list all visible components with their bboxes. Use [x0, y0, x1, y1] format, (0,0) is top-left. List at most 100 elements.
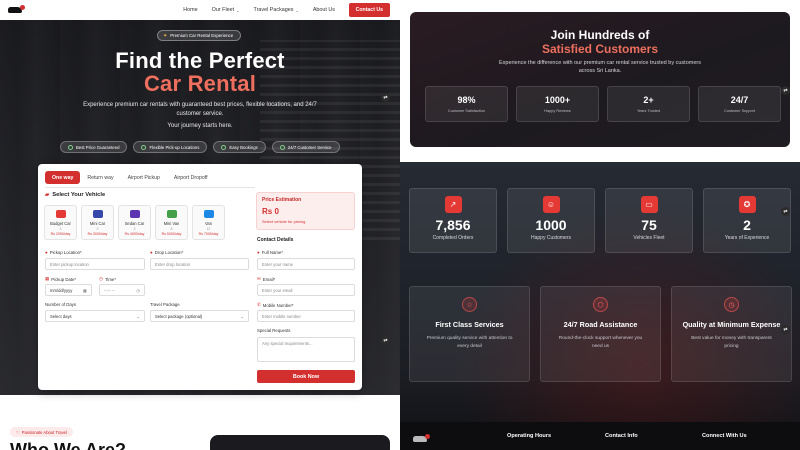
nav-links: Home Our Fleet ⌄ Travel Packages ⌄ About Us — [176, 0, 342, 20]
car-icon — [55, 210, 66, 218]
days-label: Number of Days — [45, 302, 77, 307]
tabs-divider — [45, 187, 255, 188]
time-label-text: Time* — [104, 276, 116, 282]
vehicle-option[interactable]: Sedan Car 3 Rs 4000/day — [118, 205, 151, 240]
counter-value: 2 — [743, 217, 751, 233]
email-input[interactable]: Enter your email — [257, 284, 355, 296]
counter-value: 1000 — [535, 217, 567, 233]
contact-us-button[interactable]: Contact Us — [348, 3, 390, 17]
scroll-arrows-icon[interactable]: ⇄ — [781, 325, 790, 334]
hero-title-line2: Car Rental — [143, 71, 257, 96]
join-title-line1: Join Hundreds of — [550, 28, 650, 42]
about-image-card — [210, 435, 390, 450]
feature-pill-label: 24/7 Customer Service — [287, 144, 332, 150]
scroll-arrows-icon[interactable]: ⇄ — [781, 86, 790, 95]
stat-value: 98% — [457, 95, 476, 105]
tab-one-way[interactable]: One way — [45, 171, 81, 184]
join-title-line2: Satisfied Customers — [541, 42, 659, 56]
book-now-button[interactable]: Book Now — [257, 370, 355, 383]
tab-return-way[interactable]: Return way — [80, 171, 120, 184]
trend-icon: ↗ — [444, 196, 462, 213]
calendar-icon[interactable]: ▦ — [83, 288, 87, 293]
pickup-location-input[interactable]: Enter pickup location — [45, 258, 145, 270]
counter-label: Happy Customers — [530, 235, 571, 241]
hero-subtitle: Experience premium car rentals with guar… — [83, 102, 317, 117]
footer-heading-contact: Contact Info — [605, 433, 638, 439]
clock-icon[interactable]: ◷ — [136, 288, 140, 293]
logo[interactable] — [8, 4, 25, 15]
drop-location-label: ● Drop Location* — [150, 250, 183, 255]
requests-textarea[interactable]: Any special requirements... — [257, 337, 355, 362]
counter-label: Years of Experience — [724, 235, 770, 241]
scroll-arrows-icon[interactable]: ⇄ — [381, 93, 390, 102]
feature-pill: 24/7 Customer Service — [271, 141, 340, 153]
select-vehicle-title: ▰ Select Your Vehicle — [45, 192, 105, 198]
feature-pills: Best Price Guaranteed Flexible Pick-up Lo… — [60, 141, 340, 153]
check-icon — [221, 144, 227, 150]
full-name-label-text: Full Name* — [261, 250, 283, 255]
counters-section: ↗ 7,856 Completed Orders ☺ 1000 Happy Custome… — [400, 162, 800, 450]
vehicle-seats: 3 — [133, 227, 136, 231]
nav-link-our-fleet[interactable]: Our Fleet ⌄ — [205, 7, 247, 13]
tab-airport-pickup[interactable]: Airport Pickup — [121, 171, 167, 184]
stat-label: Customer Satisfaction — [447, 109, 486, 113]
about-badge-label: Passionate About Travel — [21, 429, 67, 435]
contact-details-title: Contact Details — [257, 237, 294, 243]
nav-link-about-us[interactable]: About Us — [306, 7, 342, 13]
car-icon — [129, 210, 140, 218]
counter-card: ▭ 75 Vehicles Fleet — [605, 188, 693, 253]
time-input[interactable]: --:-- -- ◷ — [99, 284, 145, 296]
car-icon — [203, 210, 214, 218]
pickup-date-value: mm/dd/yyyy — [50, 287, 73, 293]
check-icon — [279, 144, 285, 150]
vehicle-price: Rs 5000/day — [161, 232, 182, 236]
full-name-input[interactable]: Enter your name — [257, 258, 355, 270]
join-subtitle: Experience the difference with our premi… — [499, 60, 701, 74]
days-select[interactable]: Select days ⌄ — [45, 310, 145, 322]
package-value: Select package (optional) — [155, 313, 203, 319]
counter-cards: ↗ 7,856 Completed Orders ☺ 1000 Happy Custome… — [409, 188, 791, 253]
feature-pill: Flexible Pick-up Locations — [133, 141, 208, 153]
vehicle-name: Budget Car — [50, 221, 71, 226]
nav-link-home[interactable]: Home — [176, 7, 204, 13]
about-title: Who We Are? — [10, 440, 126, 450]
stat-card: 98% Customer Satisfaction — [425, 86, 508, 122]
vehicle-price: Rs 7000/day — [198, 232, 219, 236]
counter-value: 75 — [641, 217, 657, 233]
feature-pill: Best Price Guaranteed — [60, 141, 128, 153]
package-select[interactable]: Select package (optional) ⌄ — [150, 310, 249, 322]
counter-value: 7,856 — [435, 217, 471, 233]
feature-title: First Class Services — [435, 320, 504, 329]
drop-location-input[interactable]: Enter drop location — [150, 258, 249, 270]
full-name-label: ● Full Name* — [257, 250, 283, 255]
footer-heading-hours: Operating Hours — [507, 433, 552, 439]
mobile-input[interactable]: Enter mobile number — [257, 310, 355, 322]
truck-icon: ▭ — [640, 196, 658, 213]
feature-description: Premium quality service with attention t… — [426, 336, 513, 349]
feature-pill-label: Best Price Guaranteed — [76, 144, 120, 150]
price-value: Rs 0 — [262, 207, 279, 216]
chevron-down-icon: ⌄ — [240, 313, 244, 319]
check-icon — [141, 144, 147, 150]
email-label-text: Email* — [262, 276, 276, 282]
vehicle-option[interactable]: Mini Car 3 Rs 3000/day — [81, 205, 114, 240]
pickup-date-input[interactable]: mm/dd/yyyy ▦ — [45, 284, 92, 296]
award-icon: ✪ — [738, 196, 756, 213]
pickup-date-label-text: Pickup Date* — [51, 276, 77, 282]
booking-tabs: One way Return way Airport Pickup Airport D… — [45, 171, 215, 184]
vehicle-option[interactable]: Mini Van 8 Rs 5000/day — [155, 205, 188, 240]
footer-logo[interactable] — [413, 433, 430, 444]
select-vehicle-label: Select Your Vehicle — [52, 192, 106, 198]
scroll-arrows-icon[interactable]: ⇄ — [381, 336, 390, 345]
nav-link-travel-packages[interactable]: Travel Packages ⌄ — [247, 7, 306, 13]
car-icon — [92, 210, 103, 218]
scroll-arrows-icon[interactable]: ⇄ — [781, 207, 790, 216]
vehicle-name: Van — [205, 221, 212, 226]
tab-airport-dropoff[interactable]: Airport Dropoff — [167, 171, 215, 184]
vehicle-option[interactable]: Van 12 Rs 7000/day — [192, 205, 225, 240]
vehicle-option[interactable]: Budget Car 3 Rs 2000/day — [44, 205, 77, 240]
vehicle-seats: 3 — [96, 227, 99, 231]
sparkle-icon: ✦ — [163, 32, 168, 39]
vehicle-seats: 8 — [170, 227, 173, 231]
vehicle-price: Rs 4000/day — [124, 232, 145, 236]
